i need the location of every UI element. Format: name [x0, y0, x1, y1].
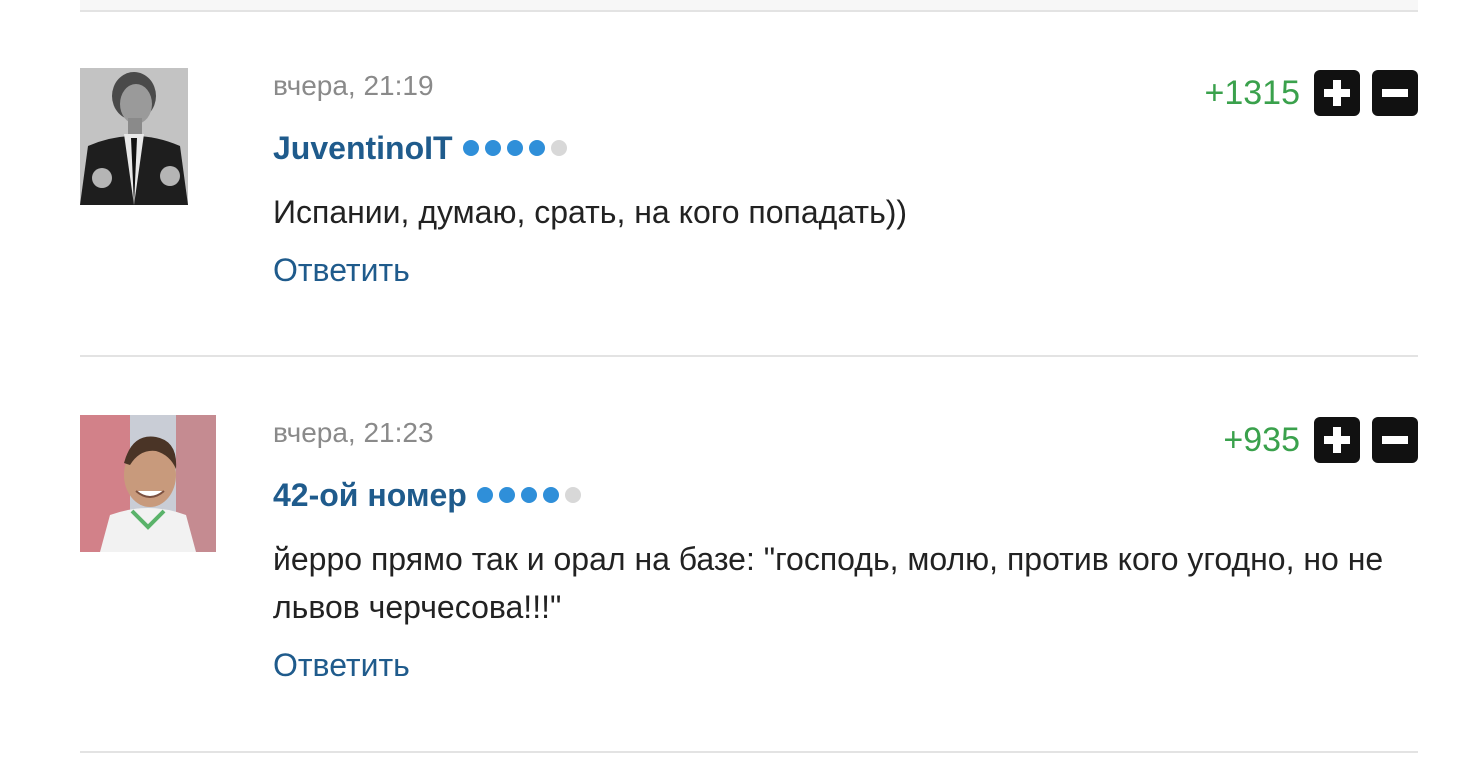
- author-name[interactable]: 42-ой номер: [273, 475, 467, 515]
- rating-dot-empty: [564, 487, 581, 503]
- author-row: JuventinoIT: [273, 128, 1418, 168]
- reply-link[interactable]: Ответить: [273, 645, 410, 685]
- comments-page: вчера, 21:19 JuventinoIT Испании, думаю,…: [0, 0, 1460, 757]
- downvote-button[interactable]: [1372, 70, 1418, 116]
- comment-divider: [80, 751, 1418, 753]
- user-avatar-image: [80, 415, 216, 552]
- avatar[interactable]: [80, 68, 188, 205]
- rating-dot-filled: [542, 487, 559, 503]
- avatar[interactable]: [80, 415, 216, 552]
- rating-dot-filled: [528, 140, 545, 156]
- comment-score: +1315: [1204, 74, 1301, 112]
- rating-dot-filled: [498, 487, 515, 503]
- upvote-button[interactable]: [1314, 417, 1360, 463]
- top-divider: [80, 0, 1418, 12]
- downvote-button[interactable]: [1372, 417, 1418, 463]
- rating-dot-filled: [506, 140, 523, 156]
- user-rating-dots: [476, 487, 587, 503]
- rating-dot-filled: [484, 140, 501, 156]
- user-rating-dots: [462, 140, 573, 156]
- rating-dot-filled: [462, 140, 479, 156]
- rating-dot-empty: [550, 140, 567, 156]
- vote-controls: +1315: [1204, 70, 1418, 116]
- comment-text: йерро прямо так и орал на базе: "господь…: [273, 541, 1384, 625]
- author-name[interactable]: JuventinoIT: [273, 128, 453, 168]
- user-avatar-image: [80, 68, 188, 205]
- comment-score: +935: [1223, 421, 1300, 459]
- rating-dot-filled: [476, 487, 493, 503]
- comment-text: Испании, думаю, срать, на кого попадать)…: [273, 194, 908, 230]
- reply-link[interactable]: Ответить: [273, 250, 410, 290]
- comment-divider: [80, 355, 1418, 357]
- author-row: 42-ой номер: [273, 475, 1418, 515]
- rating-dot-filled: [520, 487, 537, 503]
- upvote-button[interactable]: [1314, 70, 1360, 116]
- vote-controls: +935: [1223, 417, 1418, 463]
